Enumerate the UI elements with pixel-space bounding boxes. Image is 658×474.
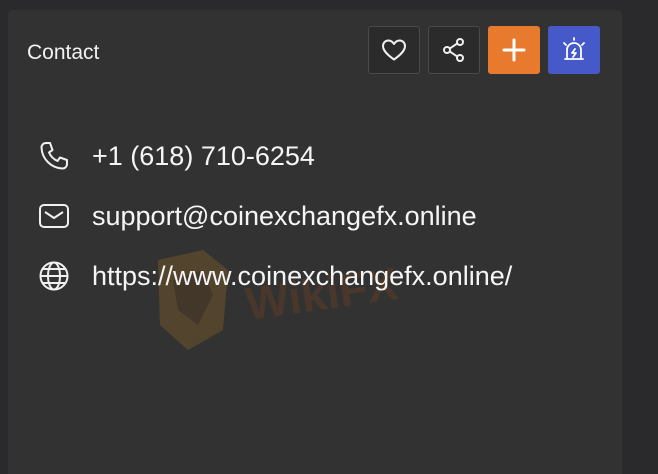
plus-icon — [502, 38, 526, 62]
action-toolbar — [368, 26, 600, 74]
contact-phone-row[interactable]: +1 (618) 710-6254 — [37, 140, 512, 172]
contact-list: +1 (618) 710-6254 support@coinexchangefx… — [37, 140, 512, 320]
contact-phone: +1 (618) 710-6254 — [92, 141, 315, 171]
contact-email-row[interactable]: support@coinexchangefx.online — [37, 200, 512, 232]
contact-panel: Contact WikiFX +1 (618) 710-6254 support… — [8, 10, 622, 474]
contact-website: https://www.coinexchangefx.online/ — [92, 261, 513, 291]
favorite-button[interactable] — [368, 26, 420, 74]
panel-title: Contact — [27, 41, 100, 64]
add-button[interactable] — [488, 26, 540, 74]
share-icon — [443, 38, 464, 62]
globe-icon — [37, 260, 71, 292]
contact-website-row[interactable]: https://www.coinexchangefx.online/ — [37, 260, 512, 292]
mail-icon — [37, 200, 71, 232]
share-button[interactable] — [428, 26, 480, 74]
heart-icon — [382, 39, 406, 61]
alarm-icon — [563, 37, 585, 60]
phone-icon — [37, 140, 71, 172]
contact-email: support@coinexchangefx.online — [92, 201, 477, 231]
alert-button[interactable] — [548, 26, 600, 74]
